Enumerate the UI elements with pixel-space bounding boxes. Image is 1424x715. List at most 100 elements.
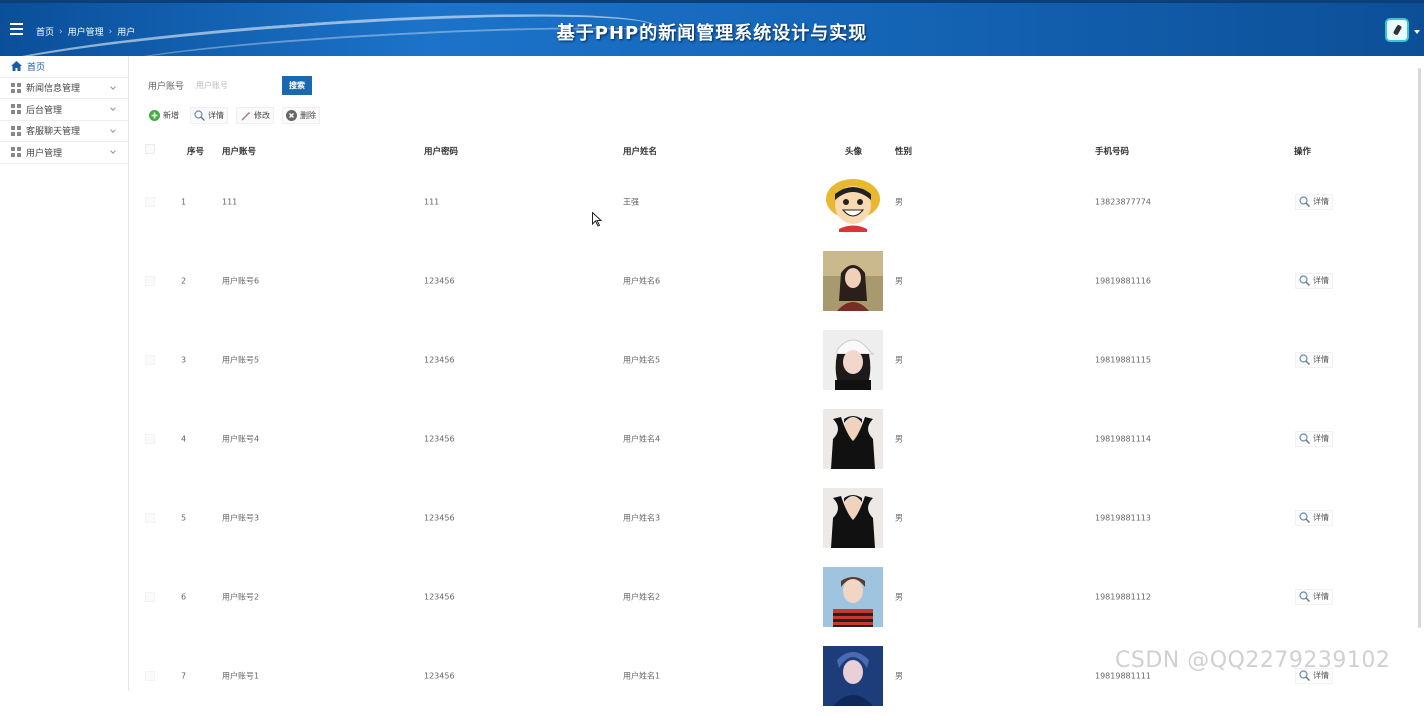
user-table: 序号 用户账号 用户密码 用户姓名 头像 性别 手机号码 操作 1 111 111 王… [129,136,1419,715]
detail-action-label: 详情 [1313,197,1329,206]
avatar [823,487,883,548]
magnifier-icon [1299,433,1310,444]
cell-account: 用户账号1 [222,671,260,680]
add-button-label: 新增 [163,111,179,120]
table-header: 序号 用户账号 用户密码 用户姓名 头像 性别 手机号码 操作 [129,136,1419,162]
cell-gender: 男 [895,434,903,443]
magnifier-icon [1299,354,1310,365]
cell-account: 111 [222,197,238,206]
chevron-down-icon[interactable] [1414,30,1420,34]
vertical-scrollbar[interactable] [1418,68,1421,628]
cell-password: 123456 [424,355,455,364]
toolbar: 新增 详情 修改 删除 [146,107,320,124]
magnifier-icon [1299,512,1310,523]
header-account: 用户账号 [222,147,257,157]
select-all-checkbox[interactable] [145,144,155,154]
detail-action-button[interactable]: 详情 [1295,430,1333,447]
row-checkbox[interactable] [145,512,155,523]
detail-action-button[interactable]: 详情 [1295,509,1333,526]
row-checkbox[interactable] [145,275,155,286]
cell-gender: 男 [895,592,903,601]
row-checkbox[interactable] [145,591,155,602]
main-content: 用户账号 搜索 新增 详情 修改 删除 序号 用户账号 用户密码 用户姓名 头像 [129,56,1424,706]
table-row[interactable]: 1 111 111 王强男 13823877774 详情 [129,162,1419,241]
plus-circle-icon [149,110,160,121]
cell-index: 3 [181,355,187,364]
grid-icon [11,104,21,115]
detail-button[interactable]: 详情 [190,107,228,124]
header-gender: 性别 [895,147,913,157]
header-name: 用户姓名 [623,147,658,157]
cell-password: 111 [424,197,440,206]
cell-phone: 19819881112 [1095,592,1151,601]
magnifier-icon [1299,196,1310,207]
cell-name: 用户姓名3 [623,513,661,522]
chevron-down-icon [110,105,116,111]
header-actions: 操作 [1294,147,1312,157]
edit-button[interactable]: 修改 [236,107,274,124]
detail-button-label: 详情 [208,111,224,120]
magnifier-icon [1299,591,1310,602]
sidebar-item-chat-management[interactable]: 客服聊天管理 [0,121,128,142]
cell-password: 123456 [424,671,455,680]
cell-name: 用户姓名1 [623,671,661,680]
cell-gender: 男 [895,671,903,680]
cell-gender: 男 [895,355,903,364]
header-avatar: 头像 [845,147,863,157]
sidebar-item-news-management[interactable]: 新闻信息管理 [0,78,128,99]
grid-icon [11,147,21,158]
sidebar-item-user-management[interactable]: 用户管理 [0,142,128,164]
user-avatar-button[interactable] [1385,18,1409,42]
sidebar: 首页 新闻信息管理 后台管理 客服聊天管理 用户管理 [0,56,129,691]
cell-gender: 男 [895,513,903,522]
cell-phone: 19819881116 [1095,276,1151,285]
cell-account: 用户账号2 [222,592,260,601]
cell-account: 用户账号4 [222,434,260,443]
chevron-down-icon [110,83,116,90]
table-row[interactable]: 5 用户账号3 123456 用户姓名3 男 19819881113 详情 [129,478,1419,557]
table-row[interactable]: 3 用户账号5 123456 用户姓名5 男 19819881115 详情 [129,320,1419,399]
search-button[interactable]: 搜索 [282,76,313,95]
table-row[interactable]: 2 用户账号6 123456 用户姓名6 男 19819881116 详情 [129,241,1419,320]
table-row[interactable]: 6 用户账号2 123456 用户姓名2 男 19819881112 详情 [129,557,1419,636]
row-checkbox[interactable] [145,196,155,207]
detail-action-button[interactable]: 详情 [1295,351,1333,368]
table-body: 1 111 111 王强男 13823877774 详情 2 用户账号6 123456 用户姓名6… [129,162,1419,715]
cell-name: 用户姓名5 [623,355,661,364]
cell-name: 用户姓名4 [623,434,661,443]
cell-gender: 男 [895,276,903,285]
sidebar-item-backend-management[interactable]: 后台管理 [0,99,128,121]
detail-action-button[interactable]: 详情 [1295,193,1333,210]
table-row[interactable]: 4 用户账号4 123456 用户姓名4 男 19819881114 详情 [129,399,1419,478]
search-input[interactable] [196,77,283,94]
sidebar-item-label: 首页 [27,62,46,73]
row-checkbox[interactable] [145,670,155,681]
cell-account: 用户账号6 [222,276,260,285]
detail-action-label: 详情 [1313,592,1329,601]
cell-phone: 13823877774 [1095,197,1151,206]
chevron-down-icon [110,126,116,133]
magnifier-icon [194,110,205,121]
cell-phone: 19819881115 [1095,355,1151,364]
search-label: 用户账号 [148,82,185,92]
sidebar-item-home[interactable]: 首页 [0,56,128,78]
home-icon [11,61,22,72]
detail-action-button[interactable]: 详情 [1295,272,1333,289]
delete-button[interactable]: 删除 [282,107,320,124]
cell-name: 用户姓名2 [623,592,661,601]
cell-account: 用户账号3 [222,513,260,522]
cell-index: 2 [181,276,187,285]
add-button[interactable]: 新增 [146,107,182,124]
row-checkbox[interactable] [145,354,155,365]
row-checkbox[interactable] [145,433,155,444]
cell-phone: 19819881114 [1095,434,1151,443]
avatar [823,250,883,311]
avatar [823,329,883,390]
avatar [823,645,883,706]
detail-action-button[interactable]: 详情 [1295,588,1333,605]
cell-password: 123456 [424,592,455,601]
cell-name: 王强 [623,197,639,206]
cell-index: 7 [181,671,187,680]
header-index: 序号 [187,147,205,157]
grid-icon [11,82,21,93]
